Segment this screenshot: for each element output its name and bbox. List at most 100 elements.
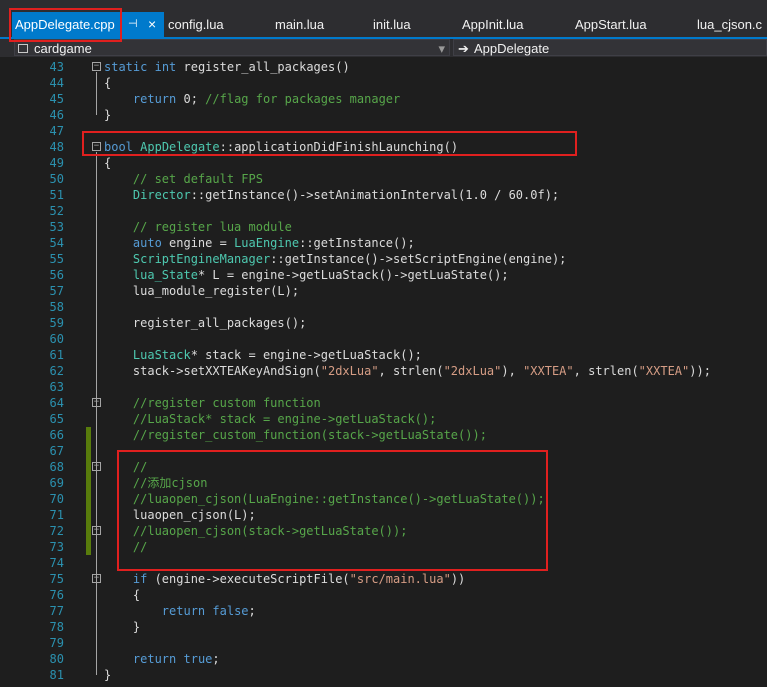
code-token: lua_module_register(L); (104, 284, 300, 298)
code-line[interactable]: 79 (0, 635, 767, 651)
code-line[interactable]: 65 //LuaStack* stack = engine->getLuaSta… (0, 411, 767, 427)
code-line[interactable]: 51 Director::getInstance()->setAnimation… (0, 187, 767, 203)
code-text: } (104, 619, 140, 635)
line-number: 77 (49, 604, 64, 618)
change-marker (86, 459, 91, 475)
code-text: lua_module_register(L); (104, 283, 299, 299)
code-token: LuaEngine (234, 236, 300, 250)
line-number: 66 (49, 428, 64, 442)
code-token: register_all_packages() (176, 60, 350, 74)
tab-init-lua[interactable]: init.lua (373, 12, 411, 37)
line-number: 69 (49, 476, 64, 490)
code-line[interactable]: 44 { (0, 75, 767, 91)
code-text: } (104, 107, 111, 123)
tab-main-lua[interactable]: main.lua (275, 12, 324, 37)
line-number: 49 (49, 156, 64, 170)
code-line[interactable]: 80 return true; (0, 651, 767, 667)
tab-appstart-lua[interactable]: AppStart.lua (575, 12, 647, 37)
code-line[interactable]: 75− if (engine->executeScriptFile("src/m… (0, 571, 767, 587)
tab-lua-cjson-c[interactable]: lua_cjson.c (697, 12, 762, 37)
tab-appinit-lua[interactable]: AppInit.lua (462, 12, 523, 37)
tab-label: AppInit.lua (462, 17, 524, 32)
code-line[interactable]: 77 return false; (0, 603, 767, 619)
code-token: //register_custom_function(stack->getLua… (132, 428, 487, 442)
tab-label: main.lua (275, 17, 325, 32)
collapse-icon[interactable]: − (92, 62, 101, 71)
chevron-down-icon: ▾ (438, 41, 445, 56)
line-number: 63 (49, 380, 64, 394)
code-token: { (104, 76, 112, 90)
code-line[interactable]: 63 (0, 379, 767, 395)
code-line[interactable]: 43 − static int register_all_packages() (0, 59, 767, 75)
code-line[interactable]: 52 (0, 203, 767, 219)
code-line[interactable]: 50 // set default FPS (0, 171, 767, 187)
code-token: , strlen( (573, 364, 639, 378)
code-line[interactable]: 58 (0, 299, 767, 315)
code-line[interactable]: 53 // register lua module (0, 219, 767, 235)
line-number: 44 (49, 76, 64, 90)
code-line[interactable]: 61 LuaStack* stack = engine->getLuaStack… (0, 347, 767, 363)
line-number: 79 (49, 636, 64, 650)
code-token: ScriptEngineManager (132, 252, 271, 266)
code-line[interactable]: 57 lua_module_register(L); (0, 283, 767, 299)
line-number: 71 (49, 508, 64, 522)
code-token: * L = engine->getLuaStack()->getLuaState… (197, 268, 509, 282)
line-number: 80 (49, 652, 64, 666)
line-number: 58 (49, 300, 64, 314)
code-token: //LuaStack* stack = engine->getLuaStack(… (132, 412, 437, 426)
code-line[interactable]: 62 stack->setXXTEAKeyAndSign("2dxLua", s… (0, 363, 767, 379)
code-token: { (104, 588, 141, 602)
code-token: "XXTEA" (523, 364, 574, 378)
code-line[interactable]: 81} (0, 667, 767, 683)
code-line[interactable]: 76 { (0, 587, 767, 603)
line-number: 54 (49, 236, 64, 250)
code-line[interactable]: 60 (0, 331, 767, 347)
code-text: register_all_packages(); (104, 315, 306, 331)
tab-label: init.lua (373, 17, 411, 32)
code-line[interactable]: 56 lua_State* L = engine->getLuaStack()-… (0, 267, 767, 283)
highlight-box-cjson-block (117, 450, 548, 571)
tab-config-lua[interactable]: config.lua (168, 12, 224, 37)
code-token: //register custom function (132, 396, 321, 410)
code-token: ; (212, 652, 220, 666)
code-token: "2dxLua" (320, 364, 379, 378)
code-token: int (154, 60, 177, 74)
code-text: //register custom function (104, 395, 321, 411)
code-line[interactable]: 59 register_all_packages(); (0, 315, 767, 331)
change-marker (86, 507, 91, 523)
code-token: // set default FPS (132, 172, 263, 186)
code-text: Director::getInstance()->setAnimationInt… (104, 187, 559, 203)
code-token: Director (132, 188, 191, 202)
pin-icon[interactable]: ⊣ (128, 12, 138, 37)
change-marker (86, 443, 91, 459)
line-number: 78 (49, 620, 64, 634)
code-line[interactable]: 64− //register custom function (0, 395, 767, 411)
line-number: 68 (49, 460, 64, 474)
code-line[interactable]: 78 } (0, 619, 767, 635)
code-token: ), (501, 364, 524, 378)
change-marker (86, 539, 91, 555)
code-token: ::getInstance()->setScriptEngine(engine)… (270, 252, 567, 266)
code-line[interactable]: 46} (0, 107, 767, 123)
code-text: if (engine->executeScriptFile("src/main.… (104, 571, 465, 587)
close-icon[interactable]: × (148, 12, 156, 37)
code-line[interactable]: 55 ScriptEngineManager::getInstance()->s… (0, 251, 767, 267)
code-line[interactable]: 54 auto engine = LuaEngine::getInstance(… (0, 235, 767, 251)
code-token: stack->setXXTEAKeyAndSign( (104, 364, 321, 378)
code-token: * stack = engine->getLuaStack(); (190, 348, 422, 362)
code-line[interactable]: 45 return 0; //flag for packages manager (0, 91, 767, 107)
code-token: true (183, 652, 213, 666)
code-token: static (104, 60, 148, 74)
code-line[interactable]: 49 { (0, 155, 767, 171)
code-token: // register lua module (132, 220, 292, 234)
code-line[interactable]: 66 //register_custom_function(stack->get… (0, 427, 767, 443)
scope-dropdown[interactable]: ➔ AppDelegate (453, 39, 767, 56)
code-token: return (161, 604, 206, 618)
code-token: } (104, 620, 141, 634)
